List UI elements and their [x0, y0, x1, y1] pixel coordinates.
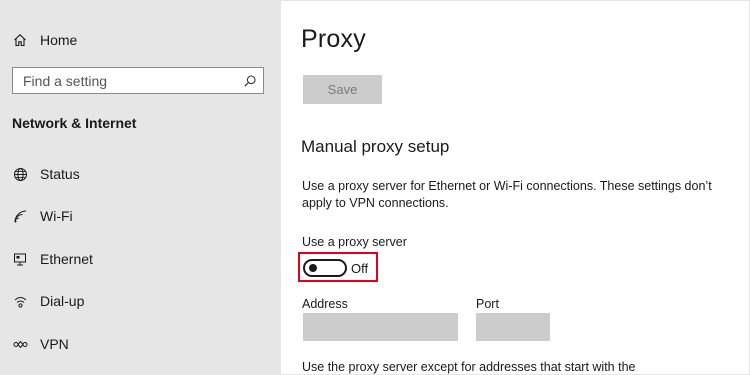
- home-label: Home: [40, 32, 78, 48]
- proxy-description: Use a proxy server for Ethernet or Wi-Fi…: [302, 179, 712, 210]
- ethernet-icon: [12, 251, 28, 267]
- search-icon[interactable]: [243, 74, 257, 88]
- main-content: Proxy Save Manual proxy setup Use a prox…: [281, 1, 749, 374]
- address-label: Address: [302, 297, 348, 311]
- sidebar-item-dialup[interactable]: Dial-up: [1, 286, 281, 316]
- home-icon: [12, 32, 28, 48]
- globe-icon: [12, 166, 28, 182]
- wifi-icon: [12, 208, 28, 224]
- address-field[interactable]: [303, 313, 458, 341]
- section-title: Network & Internet: [12, 115, 137, 131]
- sidebar-item-label: Dial-up: [40, 293, 85, 309]
- use-proxy-label: Use a proxy server: [302, 235, 407, 249]
- sidebar-item-label: Wi-Fi: [40, 208, 73, 224]
- sidebar-item-vpn[interactable]: VPN: [1, 329, 281, 359]
- sidebar-item-label: Status: [40, 166, 80, 182]
- manual-proxy-heading: Manual proxy setup: [301, 137, 450, 156]
- toggle-knob: [309, 264, 317, 272]
- save-button[interactable]: Save: [303, 75, 382, 104]
- dialup-icon: [12, 293, 28, 309]
- search-placeholder: Find a setting: [23, 73, 108, 89]
- sidebar-item-label: VPN: [40, 336, 69, 352]
- search-input[interactable]: Find a setting: [12, 67, 264, 94]
- sidebar: Home Find a setting Network & Internet S…: [1, 1, 281, 374]
- page-title: Proxy: [301, 25, 366, 53]
- sidebar-item-label: Ethernet: [40, 251, 93, 267]
- settings-window: Home Find a setting Network & Internet S…: [0, 0, 750, 375]
- sidebar-item-wifi[interactable]: Wi-Fi: [1, 201, 281, 231]
- port-field[interactable]: [476, 313, 550, 341]
- use-proxy-toggle[interactable]: [303, 259, 347, 277]
- sidebar-item-ethernet[interactable]: Ethernet: [1, 244, 281, 274]
- sidebar-item-home[interactable]: Home: [1, 27, 281, 53]
- sidebar-item-status[interactable]: Status: [1, 159, 281, 189]
- exceptions-description: Use the proxy server except for addresse…: [302, 360, 636, 374]
- port-label: Port: [476, 297, 499, 311]
- toggle-state-text: Off: [351, 261, 369, 276]
- vpn-icon: [12, 336, 28, 352]
